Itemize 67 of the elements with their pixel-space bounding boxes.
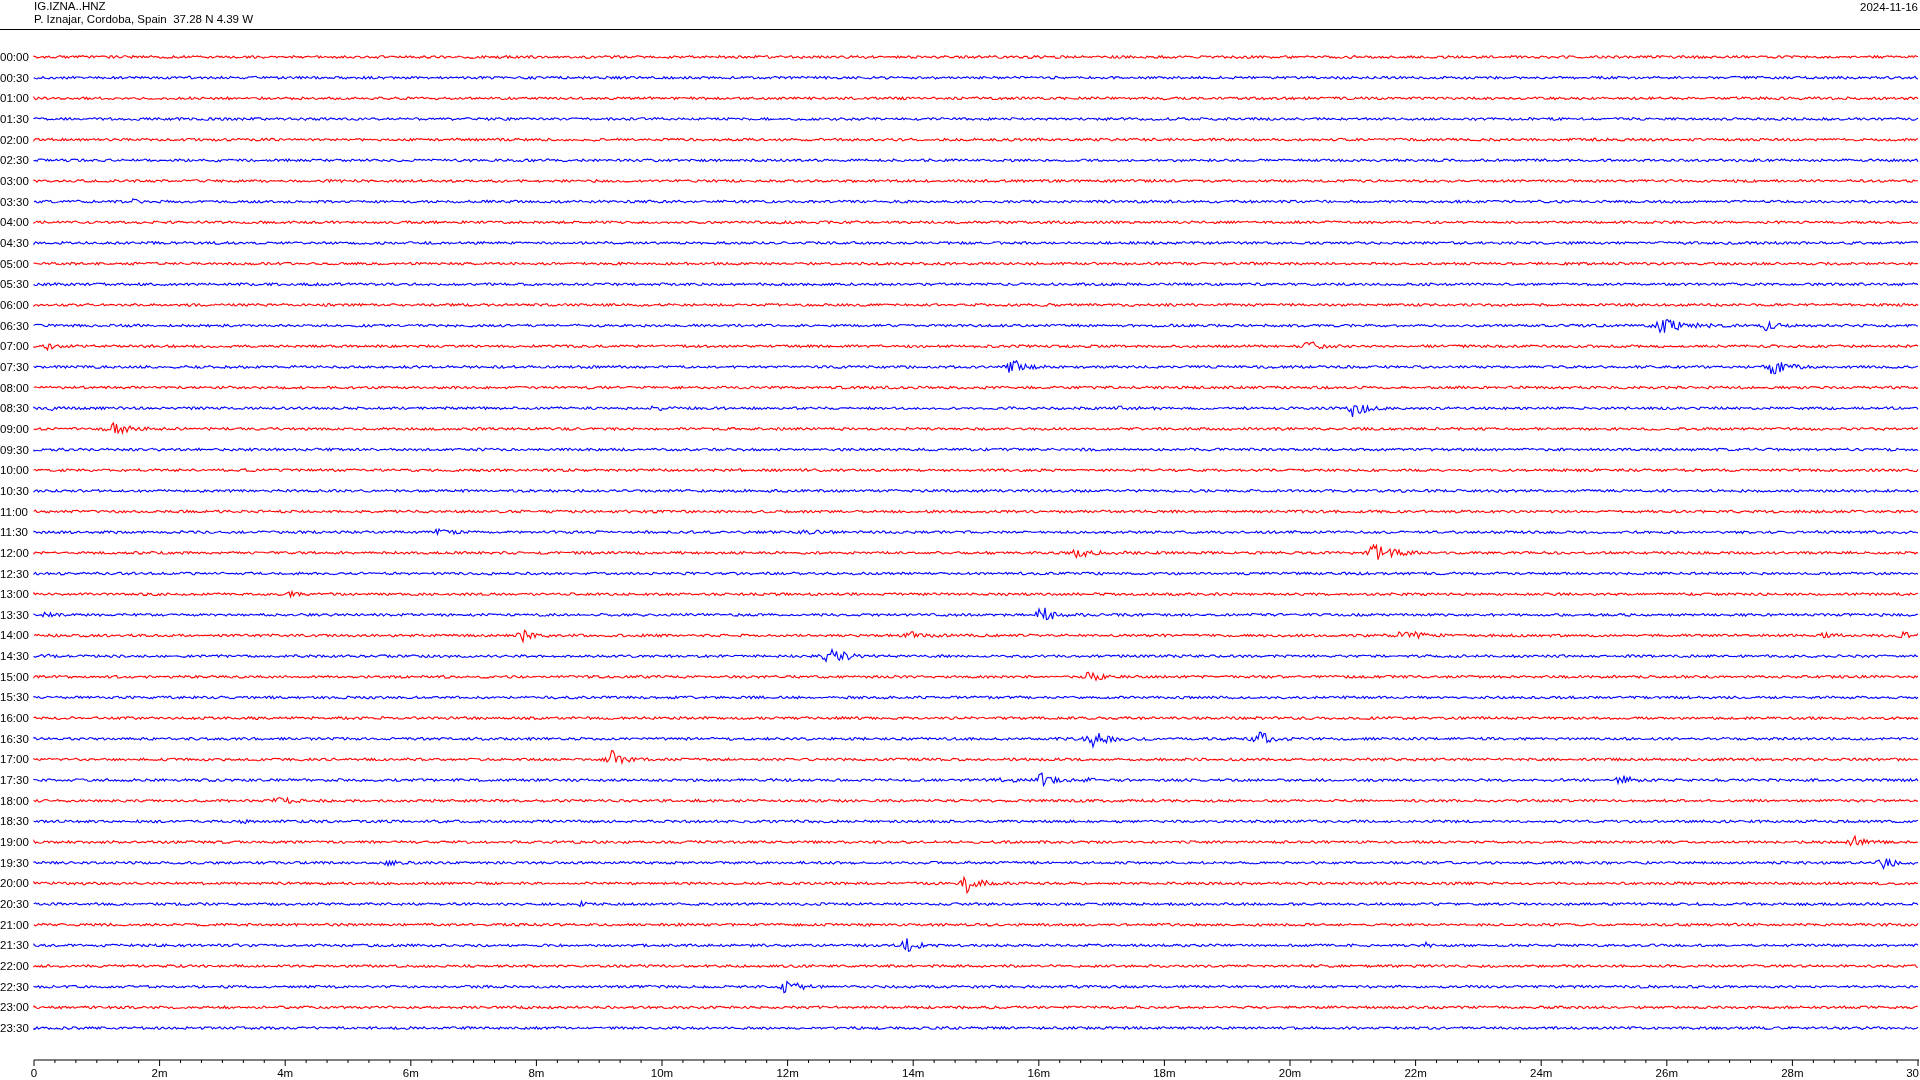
time-label: 06:30 <box>0 319 29 332</box>
axis-label: 12m <box>776 1067 799 1078</box>
axis-label: 6m <box>402 1067 419 1078</box>
axis-label: 18m <box>1153 1067 1176 1078</box>
axis-label: 2m <box>151 1067 168 1078</box>
time-label: 20:00 <box>0 877 29 890</box>
time-label: 08:30 <box>0 402 29 415</box>
date-label: 2024-11-16 <box>1860 0 1919 14</box>
time-label: 13:00 <box>0 588 29 601</box>
time-label: 04:00 <box>0 216 29 229</box>
time-label: 21:30 <box>0 939 29 952</box>
time-label: 18:00 <box>0 794 29 807</box>
time-label: 22:00 <box>0 960 29 973</box>
axis-label: 10m <box>650 1067 674 1078</box>
time-label: 21:00 <box>0 918 29 931</box>
time-label: 18:30 <box>0 815 29 828</box>
time-label: 23:00 <box>0 1001 29 1014</box>
time-label: 20:30 <box>0 898 29 911</box>
time-label: 11:30 <box>0 526 28 539</box>
time-label: 11:00 <box>0 505 28 518</box>
axis-label: 28m <box>1781 1067 1804 1078</box>
time-label: 13:30 <box>0 608 29 621</box>
station-location: P. Iznajar, Cordoba, Spain 37.28 N 4.39 W <box>34 13 254 26</box>
station-code: IG.IZNA..HNZ <box>34 0 107 13</box>
time-label: 02:00 <box>0 133 29 146</box>
axis-label: 20m <box>1278 1067 1302 1078</box>
time-label: 03:00 <box>0 174 29 187</box>
axis-label: 4m <box>277 1067 294 1078</box>
time-label: 19:30 <box>0 856 29 869</box>
axis-label: 26m <box>1655 1067 1678 1078</box>
time-label: 19:00 <box>0 836 29 849</box>
time-label: 04:30 <box>0 236 29 249</box>
time-label: 03:30 <box>0 195 29 208</box>
time-label: 10:30 <box>0 484 29 497</box>
time-label: 17:00 <box>0 753 29 766</box>
time-label: 15:00 <box>0 670 29 683</box>
time-label: 05:00 <box>0 257 29 270</box>
axis-label: 8m <box>528 1067 545 1078</box>
time-label: 07:30 <box>0 360 29 373</box>
axis-label: 24m <box>1530 1067 1553 1078</box>
axis-label: 0 <box>30 1067 38 1078</box>
time-label: 12:30 <box>0 567 29 580</box>
axis-label: 22m <box>1404 1067 1427 1078</box>
time-label: 09:30 <box>0 443 29 456</box>
time-label: 00:30 <box>0 71 29 84</box>
axis-label: 14m <box>902 1067 925 1078</box>
time-label: 15:30 <box>0 691 29 704</box>
time-label: 17:30 <box>0 774 29 787</box>
time-label: 16:30 <box>0 732 29 745</box>
time-label: 23:30 <box>0 1022 29 1034</box>
time-label: 01:30 <box>0 113 29 125</box>
time-label: 08:00 <box>0 381 29 394</box>
time-label: 01:00 <box>0 92 29 105</box>
time-label: 02:30 <box>0 154 29 167</box>
axis-label: 16m <box>1027 1067 1050 1078</box>
time-label: 12:00 <box>0 546 29 559</box>
time-label: 09:00 <box>0 422 29 435</box>
time-label: 05:30 <box>0 278 29 291</box>
time-label: 06:00 <box>0 298 29 311</box>
time-label: 10:00 <box>0 464 29 477</box>
time-label: 00:00 <box>0 51 29 63</box>
time-label: 14:00 <box>0 629 29 642</box>
time-label: 14:30 <box>0 650 29 663</box>
axis-label: 30 <box>1906 1067 1919 1078</box>
time-label: 07:00 <box>0 340 29 353</box>
time-label: 16:00 <box>0 712 29 725</box>
time-label: 22:30 <box>0 980 29 993</box>
